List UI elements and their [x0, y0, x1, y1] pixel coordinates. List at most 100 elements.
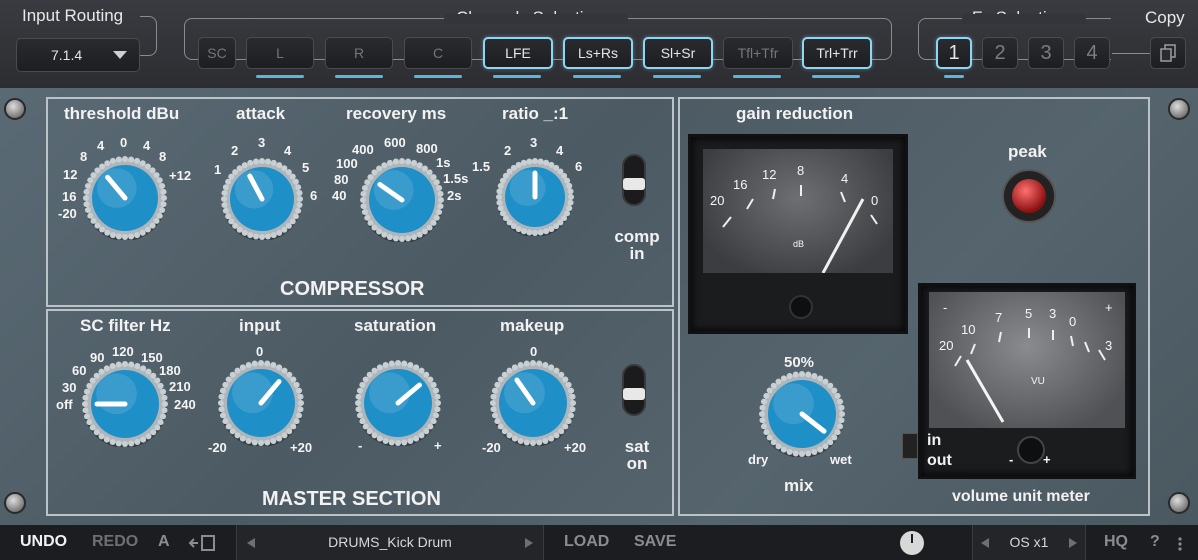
- attack-tick: 2: [231, 143, 239, 158]
- fx-indicator-1: [944, 75, 964, 78]
- mix-label: mix: [784, 476, 814, 495]
- sc-filter-tick: 30: [62, 380, 77, 395]
- recovery-tick: 600: [384, 135, 406, 150]
- input-routing-select[interactable]: 7.1.4: [16, 38, 140, 72]
- attack-knob[interactable]: [221, 158, 303, 245]
- ab-compare-button[interactable]: A: [158, 533, 170, 551]
- gr-mark: [722, 216, 732, 228]
- undo-button[interactable]: UNDO: [20, 533, 67, 551]
- input-routing-label: Input Routing: [22, 6, 124, 25]
- recovery-tick: 100: [336, 156, 358, 171]
- more-icon[interactable]: [1176, 537, 1184, 556]
- gr-scale-label: 16: [733, 177, 748, 192]
- fx-button-3[interactable]: 3: [1028, 37, 1064, 69]
- gr-scale-label: 12: [762, 167, 777, 182]
- channel-button-l[interactable]: L: [246, 37, 314, 69]
- ratio-knob[interactable]: [496, 158, 574, 241]
- vu-in-out-switch[interactable]: [902, 433, 918, 459]
- channel-indicator-r: [335, 75, 383, 78]
- ab-copy-icon[interactable]: [188, 534, 218, 557]
- threshold-tick: 0: [120, 135, 128, 150]
- gr-scale-label: 8: [797, 163, 805, 178]
- vu-scale-label: 0: [1069, 314, 1077, 329]
- channel-button-ls-rs[interactable]: Ls+Rs: [563, 37, 633, 69]
- copy-connector: [1112, 53, 1150, 54]
- gr-scale-label: 4: [841, 171, 849, 186]
- threshold-label: threshold dBu: [64, 104, 180, 123]
- recovery-knob[interactable]: [360, 158, 444, 247]
- mix-dry-label: dry: [748, 452, 769, 467]
- sc-filter-label: SC filter Hz: [80, 316, 171, 335]
- peak-label: peak: [1008, 142, 1047, 161]
- makeup-tick: 0: [530, 344, 538, 359]
- hq-button[interactable]: HQ: [1104, 533, 1128, 551]
- makeup-knob[interactable]: [490, 360, 576, 451]
- vu-mark: [998, 331, 1002, 343]
- recovery-tick: 80: [334, 172, 349, 187]
- meter-face: 20 16 12 8 4 0 dB: [703, 149, 893, 274]
- threshold-knob[interactable]: [83, 156, 167, 245]
- channel-indicator-tfl-tfr: [733, 75, 781, 78]
- vu-scale-label: 3: [1105, 338, 1113, 353]
- sc-filter-tick: 120: [112, 344, 134, 359]
- recovery-tick: 1.5s: [443, 171, 469, 186]
- vu-mark: [1084, 341, 1090, 353]
- preset-browser[interactable]: DRUMS_Kick Drum: [236, 525, 544, 560]
- threshold-tick: 4: [97, 138, 105, 153]
- channel-indicator-ls-rs: [573, 75, 621, 78]
- vu-trim-knob[interactable]: [1017, 436, 1045, 464]
- channel-button-sl-sr[interactable]: Sl+Sr: [643, 37, 713, 69]
- channel-button-sc[interactable]: SC: [198, 37, 236, 69]
- comp-in-switch[interactable]: [622, 154, 646, 206]
- os-next-icon[interactable]: [1069, 538, 1077, 548]
- fx-button-4[interactable]: 4: [1074, 37, 1110, 69]
- oversampling-select[interactable]: OS x1: [972, 525, 1086, 560]
- channel-button-trl-trr[interactable]: Trl+Trr: [802, 37, 872, 69]
- channel-button-lfe[interactable]: LFE: [483, 37, 553, 69]
- preset-next-icon[interactable]: [525, 538, 533, 548]
- sat-on-switch[interactable]: [622, 364, 646, 416]
- redo-button[interactable]: REDO: [92, 533, 138, 551]
- vu-scale-label: 7: [995, 310, 1003, 325]
- gr-unit: dB: [793, 239, 805, 249]
- switch-lever: [623, 388, 645, 400]
- attack-tick: 4: [284, 143, 292, 158]
- screw-icon: [4, 492, 26, 514]
- mix-knob[interactable]: [759, 371, 845, 462]
- copy-icon: [1160, 44, 1176, 62]
- zero-adjust-screw-icon[interactable]: [789, 295, 813, 319]
- screw-icon: [4, 98, 26, 120]
- sat-on-label: on: [626, 454, 648, 473]
- vu-scale-label: -: [943, 300, 948, 315]
- fx-button-1[interactable]: 1: [936, 37, 972, 69]
- attack-tick: 6: [310, 188, 318, 203]
- channels-label-gap: [444, 14, 628, 24]
- vu-trim-plus: +: [1043, 452, 1051, 467]
- vu-in-label: in: [927, 432, 942, 449]
- channel-button-r[interactable]: R: [325, 37, 393, 69]
- help-button[interactable]: ?: [1150, 533, 1160, 551]
- mix-value: 50%: [784, 354, 815, 371]
- channel-button-c[interactable]: C: [404, 37, 472, 69]
- ratio-label: ratio _:1: [502, 104, 569, 123]
- copy-label: Copy: [1145, 8, 1185, 27]
- sc-filter-knob[interactable]: [82, 361, 168, 452]
- threshold-tick: 4: [143, 138, 151, 153]
- gr-needle: [821, 198, 865, 274]
- recovery-tick: 40: [332, 188, 347, 203]
- saturation-knob[interactable]: [355, 360, 441, 451]
- fx-label-gap: [962, 14, 1086, 24]
- vu-mark: [954, 355, 962, 367]
- load-button[interactable]: LOAD: [564, 533, 609, 551]
- fx-button-2[interactable]: 2: [982, 37, 1018, 69]
- recovery-tick: 800: [416, 141, 438, 156]
- input-routing-bracket: [140, 16, 157, 56]
- copy-button[interactable]: [1150, 37, 1186, 69]
- save-button[interactable]: SAVE: [634, 533, 676, 551]
- comp-in-label: in: [629, 244, 645, 263]
- ratio-tick: 1.5: [472, 159, 491, 174]
- output-knob[interactable]: [900, 531, 924, 555]
- gain-reduction-label: gain reduction: [736, 104, 854, 123]
- input-knob[interactable]: [218, 360, 304, 451]
- channel-button-tfl-tfr[interactable]: Tfl+Tfr: [723, 37, 793, 69]
